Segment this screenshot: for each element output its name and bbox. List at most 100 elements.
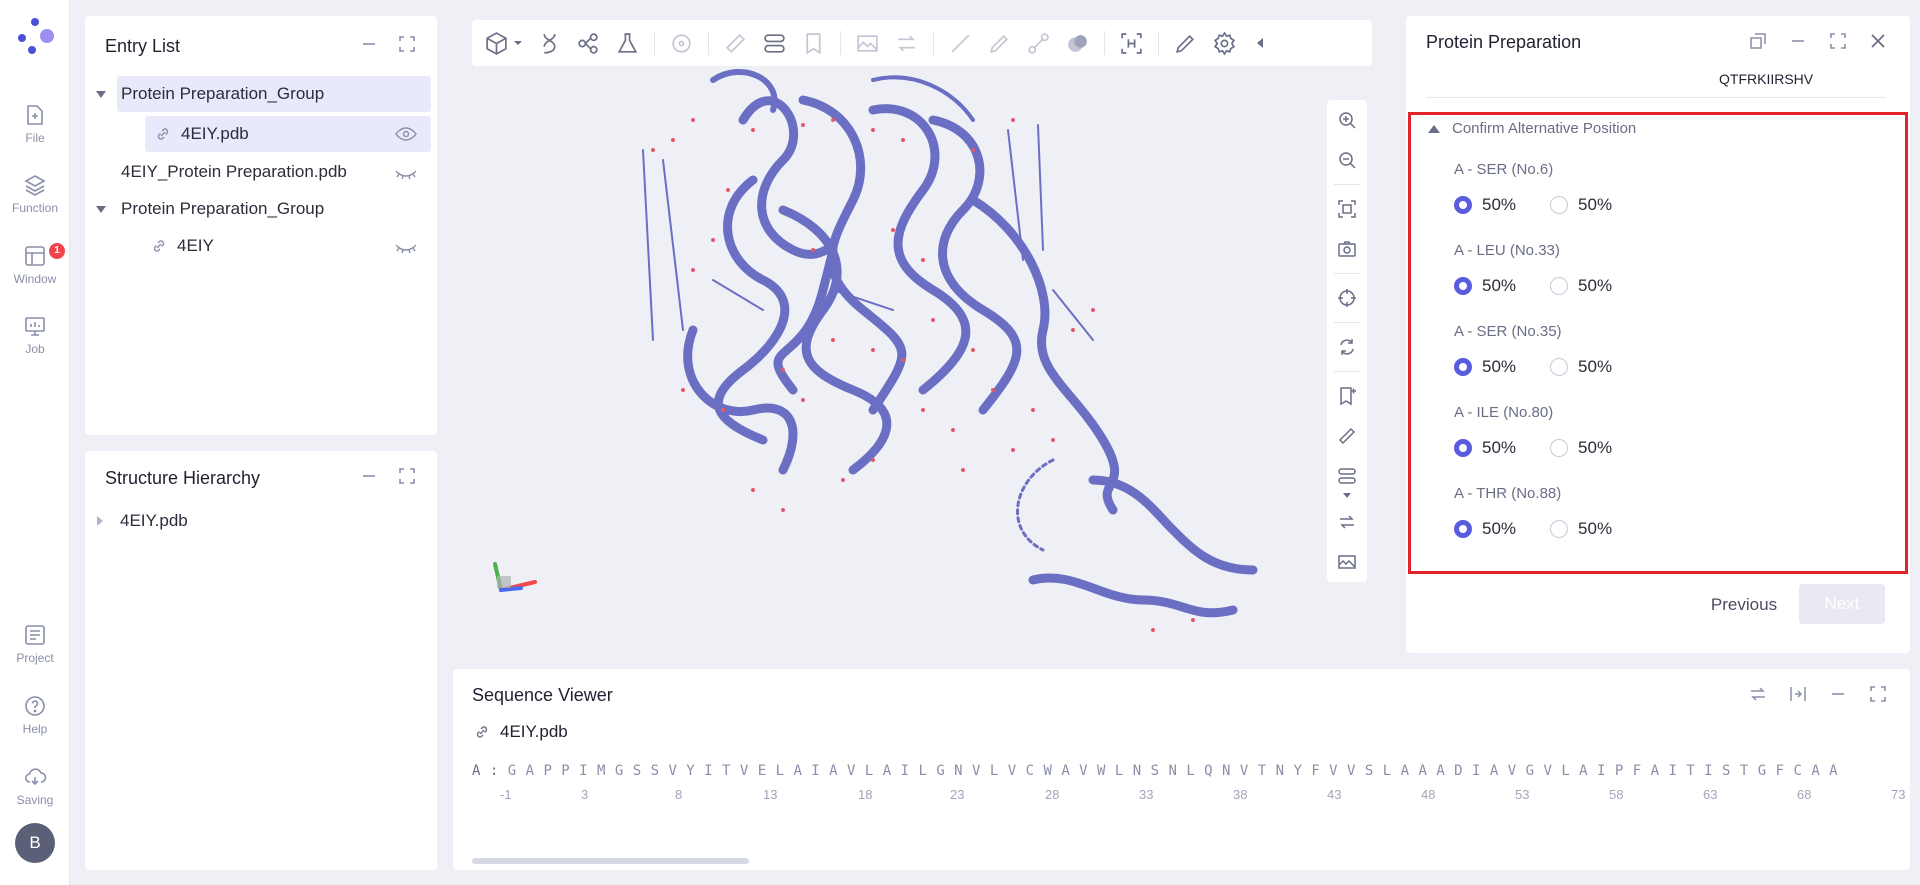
maximize-icon[interactable] bbox=[397, 34, 417, 54]
maximize-icon[interactable] bbox=[1828, 31, 1848, 51]
tree-item-4eiy-pdb[interactable]: 4EIY.pdb bbox=[145, 116, 431, 152]
help-icon bbox=[25, 696, 45, 716]
chevron-down-icon[interactable] bbox=[513, 38, 523, 48]
minimize-icon[interactable] bbox=[1828, 684, 1848, 704]
pencil-tool-icon[interactable] bbox=[987, 31, 1012, 56]
seq-number: 3 bbox=[581, 787, 589, 802]
detach-window-icon[interactable] bbox=[1748, 31, 1768, 51]
route-icon[interactable] bbox=[1337, 466, 1357, 486]
expand-caret-icon[interactable] bbox=[97, 516, 103, 526]
tree-item-prepared-pdb[interactable]: 4EIY_Protein Preparation.pdb bbox=[121, 154, 431, 190]
zoom-in-icon[interactable] bbox=[1337, 110, 1357, 130]
structure-hierarchy-panel: Structure Hierarchy 4EIY.pdb bbox=[85, 451, 437, 870]
tree-item-4eiy[interactable]: 4EIY bbox=[151, 228, 431, 264]
seq-number: 18 bbox=[858, 787, 873, 802]
eye-closed-icon[interactable] bbox=[395, 241, 417, 255]
zoom-out-icon[interactable] bbox=[1337, 150, 1357, 170]
seq-number: 8 bbox=[675, 787, 683, 802]
route-icon[interactable] bbox=[762, 31, 787, 56]
app-logo-icon[interactable] bbox=[14, 14, 56, 56]
minimize-icon[interactable] bbox=[359, 466, 379, 486]
close-icon[interactable] bbox=[1868, 31, 1888, 51]
ruler-icon[interactable] bbox=[1337, 426, 1357, 446]
image-icon[interactable] bbox=[855, 31, 880, 56]
center-target-icon[interactable] bbox=[1337, 288, 1357, 308]
sequence-track[interactable]: A : G A P P I M G S S V Y I T V E L A I … bbox=[472, 763, 1838, 779]
tree-item-group-1[interactable]: Protein Preparation_Group bbox=[117, 76, 431, 112]
notification-badge: 1 bbox=[49, 243, 65, 259]
window-icon bbox=[25, 246, 45, 266]
rail-window[interactable]: Window 1 bbox=[0, 237, 70, 293]
minimize-icon[interactable] bbox=[359, 34, 379, 54]
seq-number: 23 bbox=[950, 787, 965, 802]
ruler-icon[interactable] bbox=[723, 31, 748, 56]
hydrogen-icon[interactable] bbox=[1119, 31, 1144, 56]
camera-icon[interactable] bbox=[1337, 239, 1357, 259]
eye-icon[interactable] bbox=[395, 127, 417, 141]
gear-icon[interactable] bbox=[1212, 31, 1237, 56]
axis-triad-icon bbox=[493, 562, 537, 592]
tree-item-label: Protein Preparation_Group bbox=[121, 84, 325, 103]
collapse-toolbar-icon[interactable] bbox=[1255, 37, 1265, 49]
tree-item-group-2[interactable]: Protein Preparation_Group bbox=[121, 191, 431, 227]
next-button[interactable]: Next bbox=[1799, 584, 1885, 624]
rail-project[interactable]: Project bbox=[0, 616, 70, 672]
eye-closed-icon[interactable] bbox=[395, 167, 417, 181]
align-icon[interactable] bbox=[1788, 684, 1808, 704]
divider bbox=[1426, 97, 1886, 98]
target-select-icon[interactable] bbox=[669, 31, 694, 56]
seq-number: 43 bbox=[1327, 787, 1342, 802]
tree-item-label: 4EIY_Protein Preparation.pdb bbox=[121, 162, 347, 181]
flask-icon[interactable] bbox=[615, 31, 640, 56]
swap-icon[interactable] bbox=[1748, 684, 1768, 704]
seq-number: 53 bbox=[1515, 787, 1530, 802]
rotate-icon[interactable] bbox=[1337, 337, 1357, 357]
sequence-snippet: QTFRKIIRSHV bbox=[1719, 71, 1814, 87]
rail-saving-label: Saving bbox=[16, 793, 54, 807]
hexagon-style-icon[interactable] bbox=[484, 31, 509, 56]
hierarchy-item-4eiy-pdb[interactable]: 4EIY.pdb bbox=[120, 503, 420, 539]
image-icon[interactable] bbox=[1337, 552, 1357, 572]
protein-structure-render bbox=[642, 68, 1258, 632]
rail-job[interactable]: Job bbox=[0, 307, 70, 363]
molecule-icon[interactable] bbox=[576, 31, 601, 56]
sequence-residues[interactable]: G A P P I M G S S V Y I T V E L A I A V … bbox=[508, 763, 1838, 779]
rail-help-label: Help bbox=[22, 722, 48, 736]
seq-number: 38 bbox=[1233, 787, 1248, 802]
viewer-toolbar bbox=[472, 20, 1372, 66]
seq-number: 33 bbox=[1139, 787, 1154, 802]
rail-help[interactable]: Help bbox=[0, 687, 70, 743]
tree-item-label: 4EIY.pdb bbox=[181, 124, 249, 143]
list-icon bbox=[25, 625, 45, 645]
maximize-icon[interactable] bbox=[1868, 684, 1888, 704]
file-icon bbox=[27, 105, 43, 125]
rail-job-label: Job bbox=[25, 342, 45, 356]
rail-file[interactable]: File bbox=[0, 96, 70, 152]
rail-saving[interactable]: Saving bbox=[0, 758, 70, 814]
bookmark-add-icon[interactable] bbox=[1337, 386, 1357, 406]
avatar[interactable]: B bbox=[15, 823, 55, 863]
expand-caret-icon[interactable] bbox=[96, 206, 106, 213]
surface-icon[interactable] bbox=[1065, 31, 1090, 56]
sequence-file-name: 4EIY.pdb bbox=[500, 722, 568, 741]
molecule-link-icon bbox=[157, 128, 169, 140]
swap-icon[interactable] bbox=[1337, 512, 1357, 532]
rail-function[interactable]: Function bbox=[0, 166, 70, 222]
minimize-icon[interactable] bbox=[1788, 31, 1808, 51]
expand-caret-icon[interactable] bbox=[96, 91, 106, 98]
layers-icon bbox=[24, 175, 46, 196]
fit-view-icon[interactable] bbox=[1337, 199, 1357, 219]
previous-button[interactable]: Previous bbox=[1700, 586, 1788, 624]
bond-tool-icon[interactable] bbox=[1026, 31, 1051, 56]
dna-icon[interactable] bbox=[537, 31, 562, 56]
left-rail: File Function Window 1 Job Project Help … bbox=[0, 0, 70, 885]
edit-icon[interactable] bbox=[1173, 31, 1198, 56]
chevron-down-icon[interactable] bbox=[1342, 492, 1352, 500]
molecule-viewer[interactable] bbox=[453, 10, 1388, 653]
maximize-icon[interactable] bbox=[397, 466, 417, 486]
swap-icon[interactable] bbox=[894, 31, 919, 56]
line-tool-icon[interactable] bbox=[948, 31, 973, 56]
horizontal-scrollbar[interactable] bbox=[472, 858, 749, 864]
seq-number: -1 bbox=[500, 787, 512, 802]
bookmark-add-icon[interactable] bbox=[801, 31, 826, 56]
